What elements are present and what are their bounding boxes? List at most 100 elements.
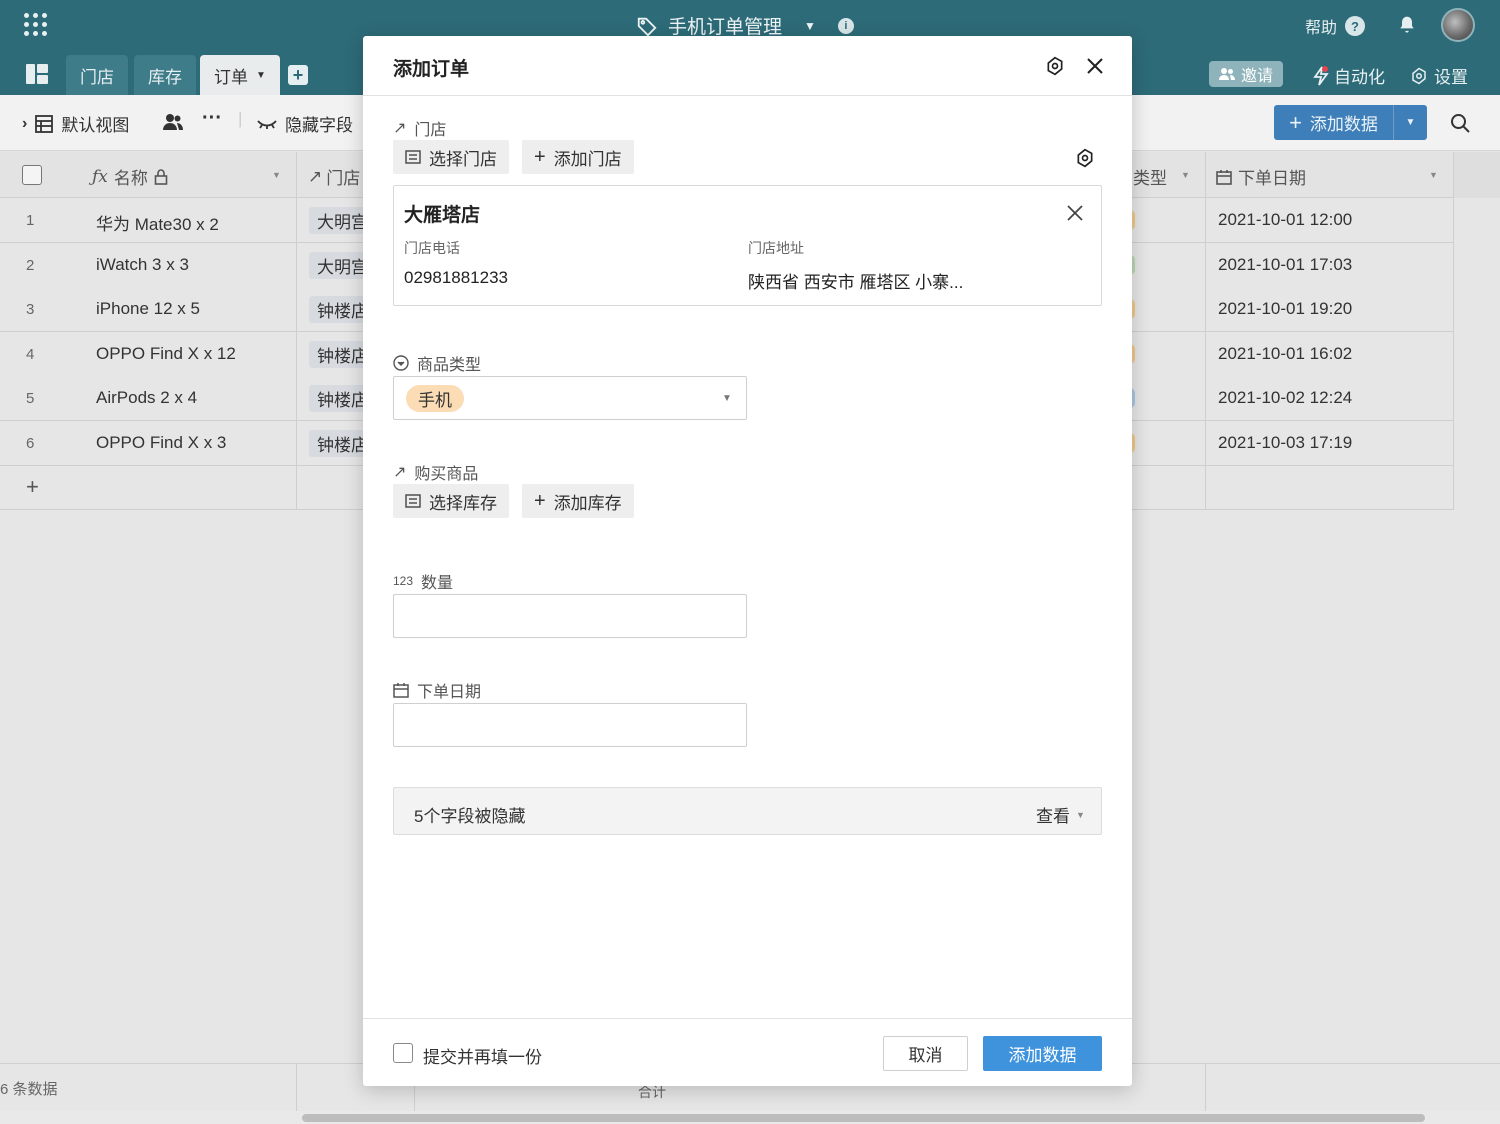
help-button[interactable]: 帮助 ? (1305, 14, 1366, 38)
column-divider (1453, 152, 1454, 510)
cell-name[interactable]: iWatch 3 x 3 (96, 255, 189, 275)
store-name: 大雁塔店 (404, 205, 481, 226)
app-title: 手机订单管理 (668, 17, 783, 38)
hidden-fields-bar[interactable]: 5个字段被隐藏 查看 ▼ (393, 787, 1102, 835)
select-inventory-label: 选择库存 (429, 493, 497, 513)
lightning-icon (1313, 65, 1329, 86)
tab-stores[interactable]: 门店 (66, 55, 128, 95)
chevron-down-icon[interactable]: ▼ (1393, 105, 1427, 140)
cancel-button[interactable]: 取消 (883, 1036, 968, 1071)
app-grid-icon[interactable] (24, 13, 48, 37)
plus-icon: + (1289, 109, 1302, 135)
add-inventory-label: 添加库存 (553, 493, 622, 513)
number-icon: 123 (393, 574, 414, 588)
selected-store-card[interactable]: 大雁塔店 门店电话 02981881233 门店地址 陕西省 西安市 雁塔区 小… (393, 185, 1102, 306)
bell-icon[interactable] (1397, 14, 1417, 36)
column-header-date[interactable]: 下单日期 (1216, 164, 1306, 189)
store-phone-label: 门店电话 (404, 240, 460, 256)
column-caret-icon[interactable]: ▼ (272, 170, 281, 180)
cell-date[interactable]: 2021-10-03 17:19 (1218, 433, 1352, 453)
gear-icon[interactable] (1045, 56, 1065, 76)
plus-icon: + (26, 474, 39, 499)
invite-button[interactable]: 邀请 (1209, 61, 1284, 87)
hidden-fields-button[interactable]: 隐藏字段 (257, 111, 353, 136)
column-date-label: 下单日期 (1238, 169, 1306, 188)
app-title-group[interactable]: 手机订单管理 ▼ i (636, 12, 854, 39)
date-input[interactable] (393, 703, 747, 747)
chevron-down-icon[interactable]: ▼ (256, 70, 266, 81)
tab-inventory[interactable]: 库存 (134, 55, 196, 95)
type-select[interactable]: 手机 ▼ (393, 376, 747, 420)
title-caret-icon[interactable]: ▼ (804, 19, 816, 33)
quantity-field-label: 123 数量 (393, 569, 453, 593)
store-field-label: ↗ 门店 (393, 116, 446, 140)
list-icon (405, 494, 421, 508)
cell-name[interactable]: OPPO Find X x 12 (96, 344, 236, 364)
view-hidden-button[interactable]: 查看 ▼ (1036, 802, 1085, 827)
column-header-name[interactable]: ƒx 名称 (92, 164, 168, 189)
row-index: 6 (26, 435, 35, 452)
gear-icon (1412, 67, 1426, 84)
cell-name[interactable]: OPPO Find X x 3 (96, 433, 226, 453)
add-tab-button[interactable]: + (288, 65, 308, 85)
cell-name[interactable]: iPhone 12 x 5 (96, 299, 200, 319)
select-all-checkbox[interactable] (22, 165, 42, 185)
hidden-fields-label: 隐藏字段 (285, 116, 353, 135)
column-caret-icon[interactable]: ▼ (1181, 170, 1190, 180)
store-address-label: 门店地址 (748, 240, 804, 256)
type-label: 商品类型 (417, 357, 482, 374)
layout-icon[interactable] (26, 64, 48, 84)
collaborators-icon[interactable] (163, 113, 183, 131)
plus-icon: + (534, 490, 546, 512)
more-icon[interactable]: ··· (202, 107, 222, 130)
settings-label: 设置 (1434, 68, 1468, 87)
chevron-down-icon[interactable]: ▼ (722, 393, 732, 404)
chevron-right-icon[interactable]: › (22, 115, 27, 133)
plus-icon: + (534, 146, 546, 168)
store-address: 陕西省 西安市 雁塔区 小寨... (748, 273, 964, 292)
cell-date[interactable]: 2021-10-01 19:20 (1218, 299, 1352, 319)
row-index: 3 (26, 301, 35, 318)
automation-button[interactable]: 自动化 (1312, 63, 1385, 88)
cell-date[interactable]: 2021-10-01 16:02 (1218, 344, 1352, 364)
view-selector[interactable]: › 默认视图 (22, 111, 129, 136)
close-icon[interactable] (1085, 56, 1105, 76)
select-store-button[interactable]: 选择门店 (393, 140, 509, 174)
horizontal-scrollbar[interactable] (0, 1111, 1500, 1124)
date-field-label: 下单日期 (393, 678, 481, 702)
column-caret-icon[interactable]: ▼ (1429, 170, 1438, 180)
tab-orders[interactable]: 订单 ▼ (200, 55, 280, 95)
close-icon[interactable] (1066, 204, 1084, 222)
formula-icon: ƒx (92, 166, 108, 187)
column-store-label: 门店 (326, 169, 361, 188)
type-field-label: 商品类型 (393, 351, 481, 375)
column-header-store[interactable]: ↗ 门店 (308, 164, 360, 189)
column-header-type[interactable]: 类型 (1133, 164, 1167, 189)
submit-again-label[interactable]: 提交并再填一份 (423, 1043, 542, 1068)
column-divider (1205, 152, 1206, 510)
select-inventory-button[interactable]: 选择库存 (393, 484, 509, 518)
cell-name[interactable]: 华为 Mate30 x 2 (96, 210, 219, 235)
select-store-label: 选择门店 (429, 149, 497, 169)
cell-date[interactable]: 2021-10-01 12:00 (1218, 210, 1352, 230)
cell-date[interactable]: 2021-10-02 12:24 (1218, 388, 1352, 408)
column-divider (1205, 1064, 1206, 1112)
quantity-input[interactable] (393, 594, 747, 638)
info-icon[interactable]: i (837, 17, 854, 34)
scrollbar-thumb[interactable] (302, 1114, 1425, 1122)
add-data-main[interactable]: + 添加数据 (1274, 110, 1393, 135)
add-store-button[interactable]: + 添加门店 (522, 140, 634, 174)
cell-date[interactable]: 2021-10-01 17:03 (1218, 255, 1352, 275)
row-index: 5 (26, 390, 35, 407)
add-data-button[interactable]: + 添加数据 ▼ (1274, 105, 1427, 140)
submit-button[interactable]: 添加数据 (983, 1036, 1102, 1071)
row-index: 1 (26, 212, 35, 229)
avatar[interactable] (1441, 8, 1475, 42)
search-icon[interactable] (1450, 113, 1470, 133)
cell-name[interactable]: AirPods 2 x 4 (96, 388, 197, 408)
settings-button[interactable]: 设置 (1410, 63, 1468, 88)
view-hidden-label: 查看 (1036, 807, 1070, 826)
submit-again-checkbox[interactable] (393, 1043, 413, 1063)
add-inventory-button[interactable]: + 添加库存 (522, 484, 634, 518)
gear-icon[interactable] (1075, 148, 1095, 168)
